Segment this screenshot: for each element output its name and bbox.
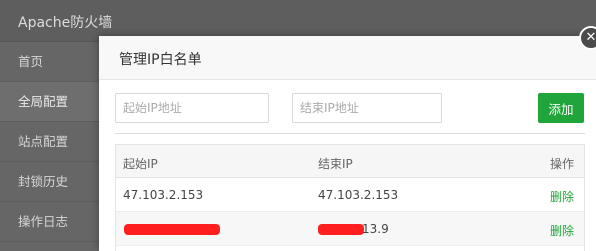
sidebar-item-block-history[interactable]: 封锁历史	[0, 162, 100, 202]
close-icon[interactable]: ✕	[579, 26, 596, 50]
table-row: 47.103.2.153 47.103.2.153 删除	[116, 178, 584, 212]
row-end-ip: 47.103.2.153	[318, 188, 399, 202]
redaction-mark	[318, 224, 364, 235]
sidebar-item-site-config[interactable]: 站点配置	[0, 122, 100, 162]
modal-title: 管理IP白名单	[119, 52, 202, 68]
column-header-end-ip: 结束IP	[318, 157, 353, 171]
table-row: 13.9 删除	[116, 212, 584, 246]
column-header-action: 操作	[549, 157, 574, 171]
sidebar-item-global-config[interactable]: 全局配置	[0, 82, 100, 122]
modal-header: 管理IP白名单	[99, 36, 596, 80]
row-start-ip: 47.103.2.153	[123, 188, 204, 202]
column-header-start-ip: 起始IP	[123, 157, 158, 171]
divider	[115, 133, 585, 134]
row-end-ip: 13.9	[362, 222, 389, 236]
end-ip-input[interactable]	[292, 93, 442, 123]
delete-button[interactable]: 删除	[550, 188, 574, 205]
sidebar: 首页 全局配置 站点配置 封锁历史 操作日志	[0, 42, 100, 251]
redaction-mark	[124, 224, 220, 235]
sidebar-item-operation-log[interactable]: 操作日志	[0, 202, 100, 242]
app-title: Apache防火墙	[18, 15, 113, 31]
sidebar-item-home[interactable]: 首页	[0, 42, 100, 82]
whitelist-table: 起始IP 结束IP 操作 47.103.2.153 47.103.2.153 删…	[115, 144, 585, 251]
table-header: 起始IP 结束IP 操作	[116, 144, 584, 178]
start-ip-input[interactable]	[115, 93, 269, 123]
delete-button[interactable]: 删除	[550, 222, 574, 239]
ip-whitelist-modal: 管理IP白名单 添加 起始IP 结束IP 操作 47.103.2.153 47.…	[99, 36, 596, 251]
add-button[interactable]: 添加	[538, 93, 584, 123]
